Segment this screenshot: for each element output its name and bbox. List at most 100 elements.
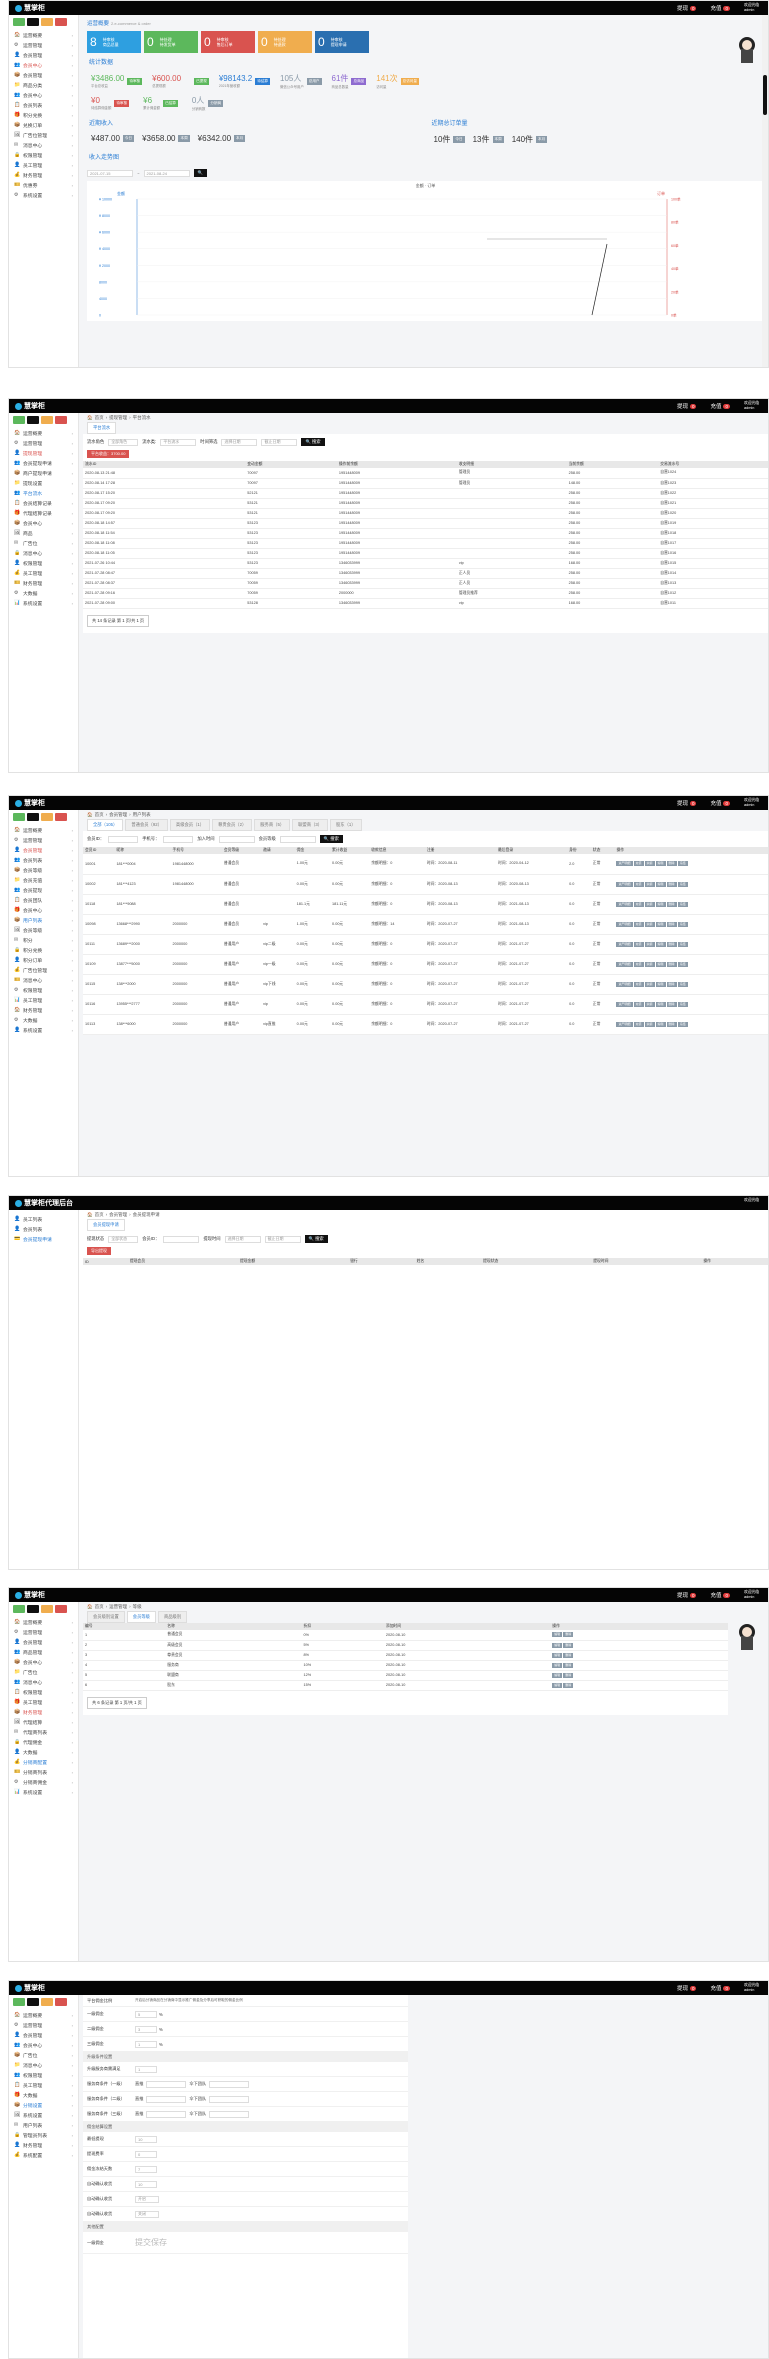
date-to-input[interactable]: 2021-08-24 xyxy=(143,169,190,177)
column-header[interactable]: 提现金额 xyxy=(237,1258,349,1265)
save-button[interactable]: 提交保存 xyxy=(135,2237,167,2248)
row-action-button[interactable]: 删除 xyxy=(563,1632,574,1638)
sidebar-item-8[interactable]: 🎁 大数据 › xyxy=(9,2090,78,2100)
row-action-button[interactable]: 编辑 xyxy=(552,1652,563,1658)
row-action-button[interactable]: 充值 xyxy=(633,921,644,927)
nav-member-list[interactable]: 👤 会员列表 xyxy=(9,1224,78,1234)
team-count-input[interactable] xyxy=(209,2110,250,2118)
sidebar-item-9[interactable]: 📦 用户列表 › xyxy=(9,915,78,925)
column-header[interactable]: 操作 xyxy=(550,1623,728,1630)
sidebar-item-7[interactable]: 📋 会员列表 › xyxy=(9,100,78,110)
row-action-button[interactable]: 资产明细 xyxy=(616,881,633,887)
column-header[interactable]: 累计收益 xyxy=(330,847,370,854)
toggle-select-2[interactable]: 关闭 xyxy=(135,2210,159,2218)
sidebar-item-20[interactable]: 👤 系统设置 › xyxy=(9,1025,78,1035)
tab-level-0[interactable]: 全部（105） xyxy=(87,819,124,831)
sidebar-item-4[interactable]: 📦 会员等级 › xyxy=(9,865,78,875)
tab-2[interactable]: 商品级别 xyxy=(157,1611,188,1623)
sidebar-item-3[interactable]: 👥 会员列表 › xyxy=(9,855,78,865)
row-action-button[interactable]: 删除 xyxy=(666,1021,677,1027)
sidebar-item-6[interactable]: 👥 会员提现 › xyxy=(9,885,78,895)
withdraw-notify[interactable]: 提现 0 xyxy=(677,4,697,12)
shortcut-green[interactable] xyxy=(13,18,25,26)
row-action-button[interactable]: 冻结 xyxy=(677,921,688,927)
row-action-button[interactable]: 删除 xyxy=(563,1672,574,1678)
shortcut-red[interactable] xyxy=(55,18,67,26)
row-action-button[interactable]: 冻结 xyxy=(677,1001,688,1007)
sidebar-item-16[interactable]: ⚙ 大数据 › xyxy=(9,588,78,598)
row-action-button[interactable]: 编辑 xyxy=(552,1642,563,1648)
pagination[interactable]: 共 14 条记录 第 1 页/共 1 页 xyxy=(87,614,150,627)
type-select[interactable]: 平台流水 xyxy=(160,438,197,446)
sidebar-item-11[interactable]: ✉ 用户列表 › xyxy=(9,2120,78,2130)
column-header[interactable]: 流水ID xyxy=(83,461,246,468)
sidebar-item-10[interactable]: 🖼 商品 › xyxy=(9,528,78,538)
sidebar-item-0[interactable]: 🏠 运营概要 › xyxy=(9,30,78,40)
column-header[interactable]: 交易流水号 xyxy=(658,461,768,468)
row-action-button[interactable]: 冻结 xyxy=(677,941,688,947)
summary-card[interactable]: 0 待处理 待发货单 xyxy=(144,31,198,53)
row-action-button[interactable]: 充值 xyxy=(633,941,644,947)
row-action-button[interactable]: 删除 xyxy=(563,1642,574,1648)
column-header[interactable]: 名称 xyxy=(165,1623,302,1630)
row-action-button[interactable]: 资产明细 xyxy=(616,921,633,927)
row-action-button[interactable]: 资产明细 xyxy=(616,861,633,867)
row-action-button[interactable]: 编辑 xyxy=(655,981,666,987)
column-header[interactable]: 佣金 xyxy=(294,847,331,854)
row-action-button[interactable]: 资产明细 xyxy=(616,901,633,907)
row-action-button[interactable]: 编辑 xyxy=(655,881,666,887)
sidebar-item-2[interactable]: 👤 会员管理 › xyxy=(9,845,78,855)
chart-search-button[interactable]: 🔍 xyxy=(193,169,207,177)
sidebar-item-1[interactable]: ⚙ 运营管理 › xyxy=(9,835,78,845)
column-header[interactable]: 状态 xyxy=(590,847,615,854)
sidebar-item-9[interactable]: 📦 财务管理 › xyxy=(9,1707,78,1717)
sidebar-item-0[interactable]: 🏠 运营概要 › xyxy=(9,428,78,438)
column-header[interactable]: 姓名 xyxy=(414,1258,482,1265)
column-header[interactable]: 会员等级 xyxy=(221,847,262,854)
sidebar-item-5[interactable]: 📁 提现设置 › xyxy=(9,478,78,488)
row-action-button[interactable]: 资产明细 xyxy=(616,941,633,947)
sidebar-item-8[interactable]: 🎁 会员中心 › xyxy=(9,905,78,915)
sidebar-item-12[interactable]: 🔒 消息中心 › xyxy=(9,548,78,558)
row-action-button[interactable]: 删除 xyxy=(666,961,677,967)
sidebar-item-15[interactable]: 🎫 优惠券 › xyxy=(9,180,78,190)
sidebar-item-10[interactable]: 🖼 代理结算 › xyxy=(9,1717,78,1727)
pagination[interactable]: 共 6 条记录 第 1 页/共 1 页 xyxy=(87,1696,147,1709)
sidebar-item-10[interactable]: 🖼 系统设置 › xyxy=(9,2110,78,2120)
sidebar-item-15[interactable]: 🎫 消息中心 › xyxy=(9,975,78,985)
sidebar-item-12[interactable]: 🔒 权限管理 › xyxy=(9,150,78,160)
sidebar-item-16[interactable]: ⚙ 系统设置 › xyxy=(9,190,78,200)
row-action-button[interactable]: 编辑 xyxy=(655,961,666,967)
tab-level-6[interactable]: 股东（1） xyxy=(330,819,362,831)
user-menu[interactable]: 欢迎光临 admin xyxy=(744,1590,762,1600)
sidebar-item-3[interactable]: 👥 商品管理 › xyxy=(9,1647,78,1657)
column-header[interactable]: 提现会员 xyxy=(127,1258,238,1265)
column-header[interactable]: 手机号 xyxy=(170,847,222,854)
column-header[interactable]: 银行 xyxy=(348,1258,415,1265)
column-header[interactable]: 操作 xyxy=(701,1258,768,1265)
sidebar-item-8[interactable]: 🎁 积分兑换 › xyxy=(9,110,78,120)
sidebar-item-2[interactable]: 👤 会员管理 › xyxy=(9,50,78,60)
summary-card[interactable]: 0 待审核 售后订单 xyxy=(201,31,255,53)
row-action-button[interactable]: 余额 xyxy=(644,921,655,927)
sidebar-item-4[interactable]: 📦 商户提现申请 › xyxy=(9,468,78,478)
sidebar-item-7[interactable]: 📋 员工管理 › xyxy=(9,2080,78,2090)
sidebar-item-14[interactable]: 💰 系统配置 › xyxy=(9,2150,78,2160)
search-button[interactable]: 🔍 搜索 xyxy=(319,835,343,843)
summary-card[interactable]: 8 待审核 商品总量 xyxy=(87,31,141,53)
column-header[interactable]: 变动金额 xyxy=(245,461,337,468)
sidebar-item-1[interactable]: ⚙ 运营管理 › xyxy=(9,2020,78,2030)
sidebar-item-8[interactable]: 🎁 员工管理 › xyxy=(9,1697,78,1707)
row-action-button[interactable]: 资产明细 xyxy=(616,1021,633,1027)
row-action-button[interactable]: 删除 xyxy=(666,921,677,927)
recharge-notify[interactable]: 充值 0 xyxy=(710,402,730,410)
row-action-button[interactable]: 编辑 xyxy=(655,1001,666,1007)
sidebar-item-8[interactable]: 🎁 代理结算记录 › xyxy=(9,508,78,518)
withdraw-notify[interactable]: 提现 0 xyxy=(677,402,697,410)
percent-input[interactable]: 1 xyxy=(135,2040,157,2048)
column-header[interactable]: 邀请 xyxy=(261,847,295,854)
scrollbar[interactable] xyxy=(762,15,768,367)
direct-count-input[interactable] xyxy=(146,2095,187,2103)
tab-level-1[interactable]: 普通会员（92） xyxy=(125,819,168,831)
column-header[interactable]: 添加时间 xyxy=(383,1623,551,1630)
